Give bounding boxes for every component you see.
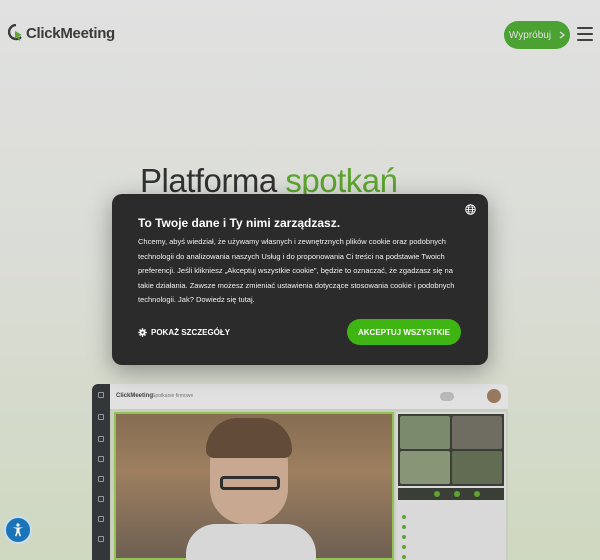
- cookie-body-text: Chcemy, abyś wiedział, że używamy własny…: [138, 237, 455, 304]
- accessibility-icon: [12, 523, 24, 537]
- accessibility-button[interactable]: [4, 516, 32, 544]
- cookie-consent-dialog: To Twoje dane i Ty nimi zarządzasz. Chce…: [112, 194, 488, 365]
- accept-all-button[interactable]: AKCEPTUJ WSZYSTKIE: [347, 319, 461, 345]
- gear-icon: [138, 327, 147, 337]
- cookie-title: To Twoje dane i Ty nimi zarządzasz.: [138, 216, 341, 230]
- show-details-label: POKAŻ SZCZEGÓŁY: [151, 327, 231, 337]
- show-details-button[interactable]: POKAŻ SZCZEGÓŁY: [138, 325, 230, 339]
- globe-icon[interactable]: [465, 204, 476, 215]
